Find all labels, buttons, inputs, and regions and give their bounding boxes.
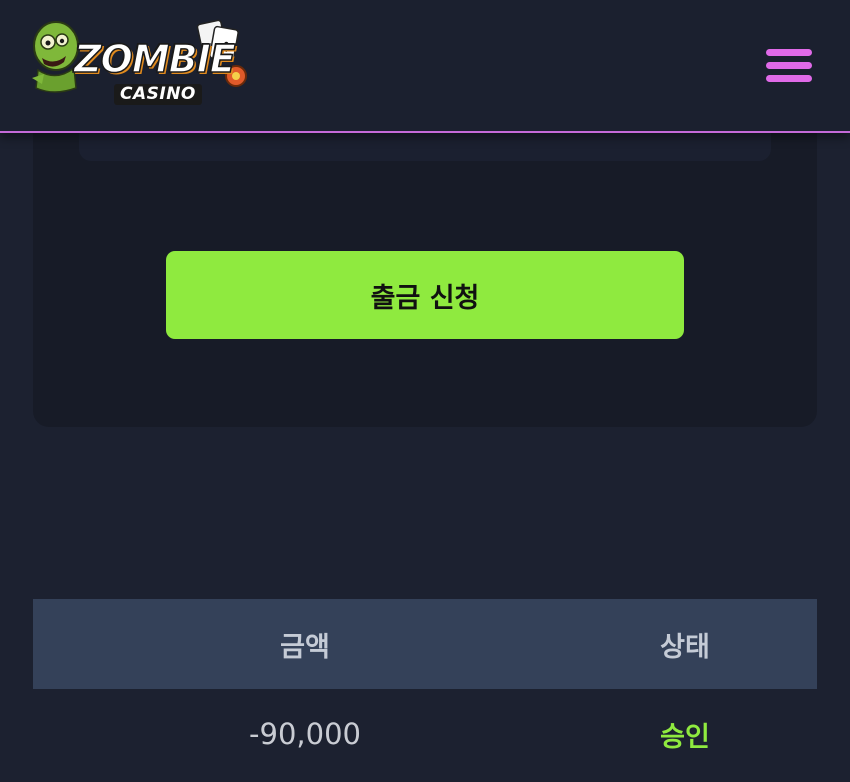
withdraw-history-table: 금액 상태 -90,000 승인 bbox=[33, 599, 817, 782]
zombie-casino-logo[interactable]: ♣ ZOMBIE CASINO bbox=[30, 18, 250, 113]
menu-bar bbox=[766, 62, 812, 69]
logo-subtext: CASINO bbox=[114, 84, 202, 105]
menu-bar bbox=[766, 49, 812, 56]
row-status-badge: 승인 bbox=[660, 721, 710, 753]
column-header-status: 상태 bbox=[660, 631, 710, 663]
table-header: 금액 상태 bbox=[33, 599, 817, 689]
menu-bar bbox=[766, 75, 812, 82]
withdraw-request-button[interactable]: 출금 신청 bbox=[166, 251, 684, 339]
column-header-amount: 금액 bbox=[280, 631, 330, 663]
logo-wordmark: ZOMBIE bbox=[73, 37, 236, 81]
table-row: -90,000 승인 bbox=[33, 689, 817, 782]
top-header: ♣ ZOMBIE CASINO bbox=[0, 0, 850, 133]
row-amount: -90,000 bbox=[249, 717, 361, 751]
hamburger-menu-icon[interactable] bbox=[766, 47, 814, 85]
